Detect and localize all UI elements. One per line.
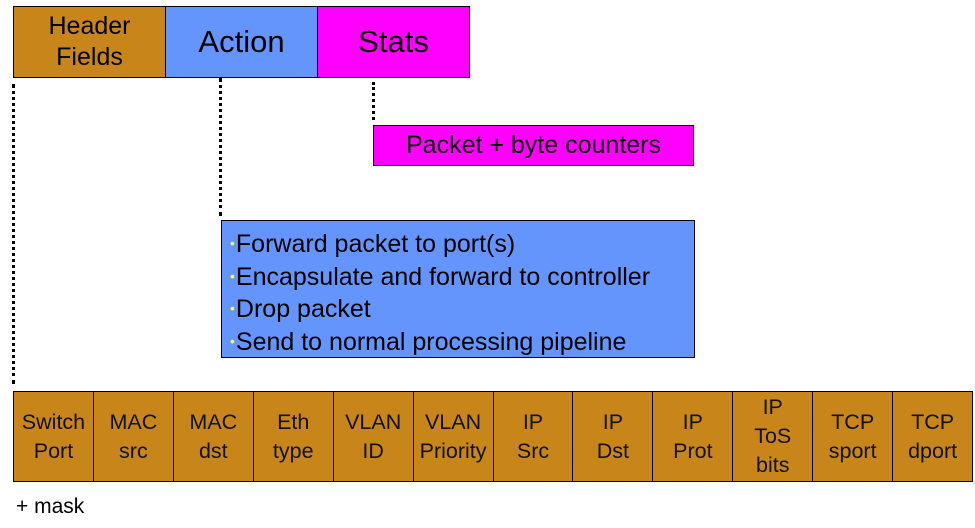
field-switch-port: Switch Port — [14, 392, 94, 481]
field-ip-dst: IP Dst — [573, 392, 654, 481]
header-fields-row: Switch Port MAC src MAC dst Eth type VLA… — [13, 391, 973, 482]
action-item: •Encapsulate and forward to controller — [230, 261, 694, 294]
field-vlan-id: VLAN ID — [334, 392, 414, 481]
header-fields-connector — [12, 84, 15, 384]
action-item: •Forward packet to port(s) — [230, 228, 694, 261]
bullet-icon: • — [230, 267, 235, 284]
bullet-icon: • — [230, 235, 235, 251]
bullet-icon: • — [230, 300, 235, 316]
action-item: •Drop packet — [230, 293, 694, 326]
action-item-label: Forward packet to port(s) — [235, 230, 516, 258]
stats-connector — [372, 82, 375, 120]
stats-box: Stats — [317, 6, 470, 78]
bullet-icon: • — [230, 332, 235, 349]
field-tcp-sport: TCP sport — [813, 392, 894, 481]
field-vlan-priority: VLAN Priority — [414, 392, 494, 481]
header-fields-box: Header Fields — [13, 6, 166, 78]
action-item-label: Encapsulate and forward to controller — [235, 262, 651, 291]
action-list: •Forward packet to port(s) •Encapsulate … — [221, 220, 695, 358]
field-ip-prot: IP Prot — [653, 392, 734, 481]
field-mac-src: MAC src — [94, 392, 174, 481]
action-item-label: Drop packet — [235, 295, 371, 323]
field-ip-src: IP Src — [494, 392, 574, 481]
field-mac-dst: MAC dst — [174, 392, 254, 481]
field-tcp-dport: TCP dport — [908, 409, 958, 463]
action-box: Action — [165, 6, 318, 78]
mask-note: + mask — [16, 495, 85, 518]
field-ip-tos-bits: IP ToS bits — [733, 392, 814, 481]
field-eth-type: Eth type — [254, 392, 334, 481]
stats-detail-box: Packet + byte counters — [373, 125, 694, 166]
action-connector — [219, 78, 222, 216]
action-item-label: Send to normal processing pipeline — [235, 327, 627, 356]
action-item: •Send to normal processing pipeline — [230, 326, 694, 359]
